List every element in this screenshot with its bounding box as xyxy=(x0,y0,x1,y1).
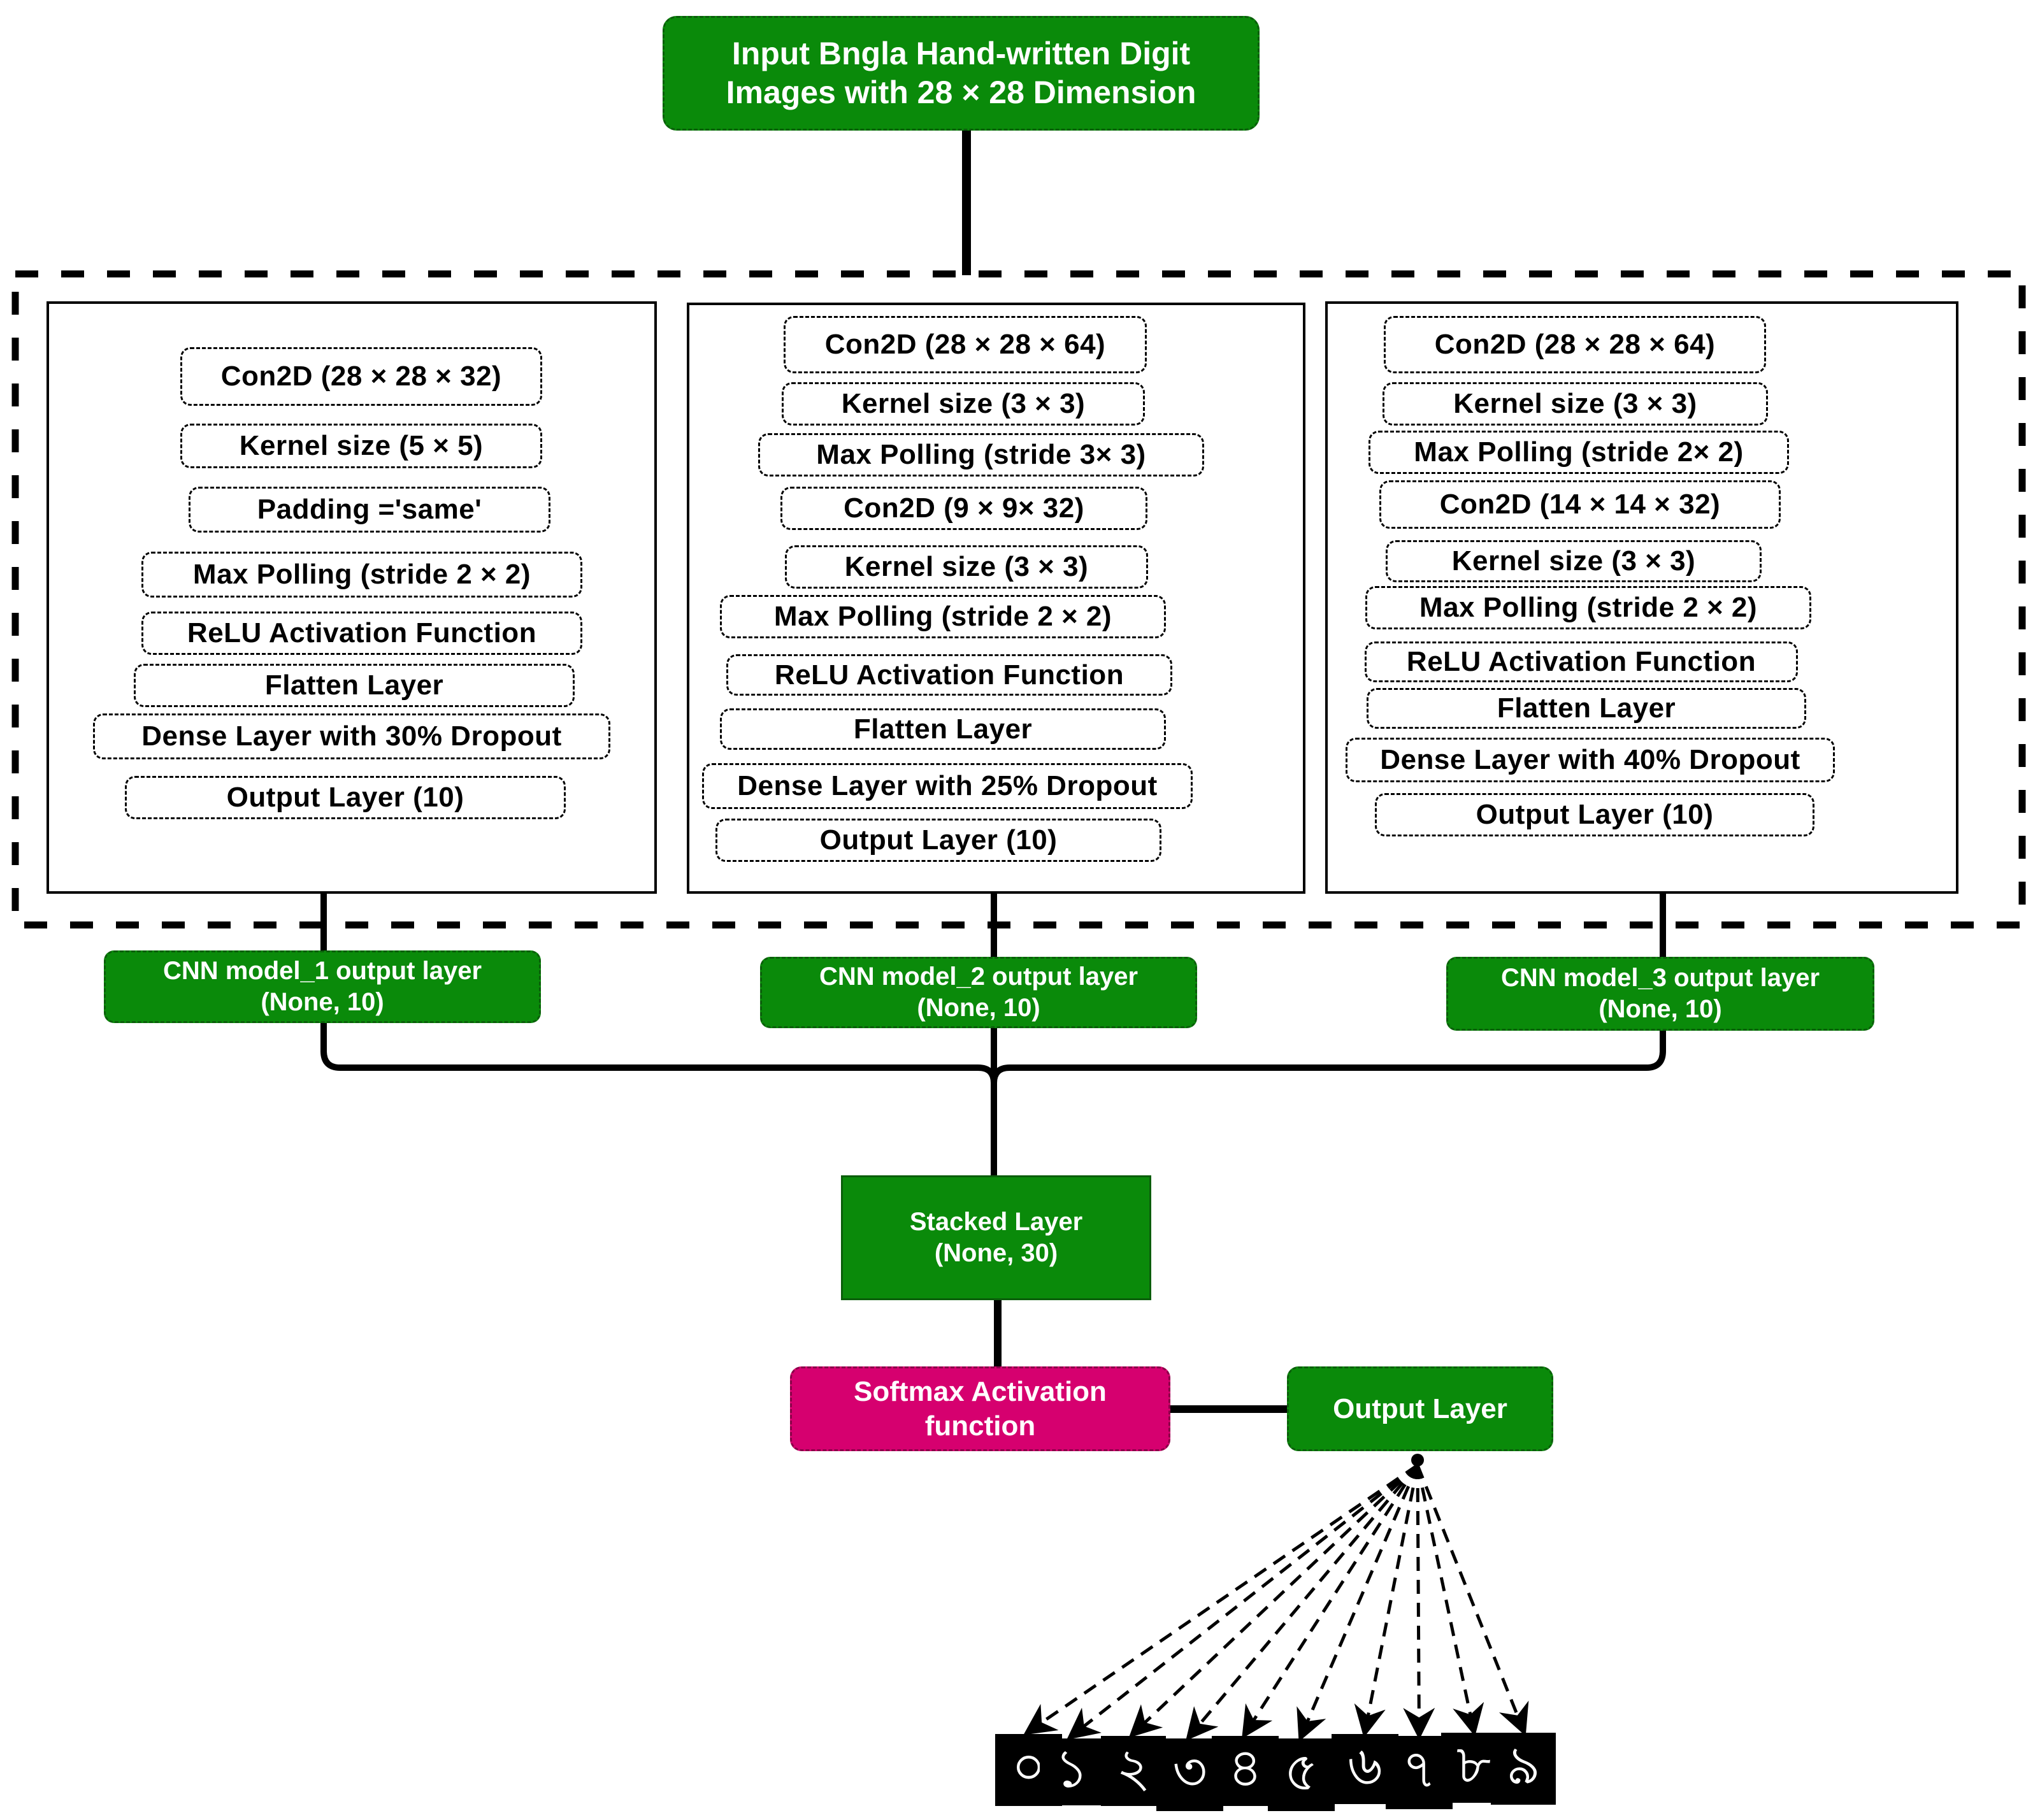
model1-layer-output: Output Layer (10) xyxy=(125,776,566,819)
softmax-box: Softmax Activation function xyxy=(790,1366,1170,1451)
model2-layer-maxpool2: Max Polling (stride 2 × 2) xyxy=(720,595,1166,638)
fan-arrow-7 xyxy=(1403,1465,1435,1740)
fan-arrow-9 xyxy=(1416,1465,1529,1737)
softmax-line-1: Softmax Activation xyxy=(854,1375,1107,1407)
fan-arrow-8 xyxy=(1416,1465,1484,1737)
input-line-1: Input Bngla Hand-written Digit xyxy=(731,36,1191,71)
fan-arrow-2 xyxy=(1128,1464,1419,1738)
input-box: Input Bngla Hand-written Digit Images wi… xyxy=(663,16,1260,131)
digit-image-1: ১ xyxy=(1040,1737,1103,1805)
model3-layer-maxpool2: Max Polling (stride 2 × 2) xyxy=(1365,586,1811,629)
fan-origin-dot xyxy=(1411,1454,1424,1466)
model2-layer-dense: Dense Layer with 25% Dropout xyxy=(702,763,1193,809)
fan-arrow-4 xyxy=(1242,1464,1419,1739)
model3-output-box: CNN model_3 output layer (None, 10) xyxy=(1446,957,1874,1031)
model3-layer-conv1: Con2D (28 × 28 × 64) xyxy=(1384,316,1766,373)
model3-output-title: CNN model_3 output layer xyxy=(1500,964,1820,992)
model1-output-title: CNN model_1 output layer xyxy=(162,957,482,985)
digit-image-5: ৫ xyxy=(1268,1738,1335,1811)
final-output-box: Output Layer xyxy=(1287,1366,1553,1451)
fan-arrow-3 xyxy=(1186,1464,1419,1741)
model2-layer-maxpool1: Max Polling (stride 3× 3) xyxy=(758,433,1204,476)
model2-layer-relu: ReLU Activation Function xyxy=(726,654,1172,696)
model3-layer-output: Output Layer (10) xyxy=(1375,793,1814,836)
model3-layer-flatten: Flatten Layer xyxy=(1367,688,1806,729)
stacked-title: Stacked Layer xyxy=(909,1208,1083,1236)
digit-label: ৫ xyxy=(1284,1740,1319,1803)
model2-output-box: CNN model_2 output layer (None, 10) xyxy=(760,957,1197,1028)
model1-layer-padding: Padding ='same' xyxy=(189,487,550,533)
model3-layer-conv2: Con2D (14 × 14 × 32) xyxy=(1379,480,1781,529)
input-line-2: Images with 28 × 28 Dimension xyxy=(726,75,1196,110)
model2-layer-flatten: Flatten Layer xyxy=(720,708,1166,750)
digit-label: ৯ xyxy=(1505,1734,1541,1796)
model2-layer-kernel1: Kernel size (3 × 3) xyxy=(782,382,1145,426)
digit-label: ৬ xyxy=(1347,1734,1383,1797)
digit-image-9: ৯ xyxy=(1491,1733,1556,1805)
model1-layer-maxpool: Max Polling (stride 2 × 2) xyxy=(141,552,582,598)
softmax-line-2: function xyxy=(924,1410,1036,1442)
model3-layer-maxpool1: Max Polling (stride 2× 2) xyxy=(1369,431,1789,474)
model3-layer-kernel1: Kernel size (3 × 3) xyxy=(1383,382,1768,426)
model3-layer-relu: ReLU Activation Function xyxy=(1365,641,1798,682)
model1-layer-flatten: Flatten Layer xyxy=(134,664,575,707)
model3-layer-dense: Dense Layer with 40% Dropout xyxy=(1346,738,1835,782)
model3-output-shape: (None, 10) xyxy=(1598,995,1722,1023)
fan-arrow-1 xyxy=(1067,1464,1419,1740)
final-output-label: Output Layer xyxy=(1333,1393,1507,1424)
digit-label: ৪ xyxy=(1228,1736,1263,1799)
digit-label: ৭ xyxy=(1402,1738,1437,1800)
stacked-shape: (None, 30) xyxy=(934,1239,1058,1267)
digit-label: ৮ xyxy=(1456,1733,1491,1796)
model1-layer-dense: Dense Layer with 30% Dropout xyxy=(93,713,610,759)
model2-layer-conv1: Con2D (28 × 28 × 64) xyxy=(784,316,1147,373)
model2-layer-output: Output Layer (10) xyxy=(715,819,1161,862)
digit-label: ২ xyxy=(1116,1736,1151,1799)
connector-lines xyxy=(11,131,2026,1742)
digit-label: ৩ xyxy=(1172,1740,1207,1803)
digit-label: ১ xyxy=(1054,1737,1089,1800)
stacked-layer-box: Stacked Layer (None, 30) xyxy=(841,1175,1151,1300)
model1-output-box: CNN model_1 output layer (None, 10) xyxy=(104,950,541,1023)
model2-layer-kernel2: Kernel size (3 × 3) xyxy=(785,545,1148,589)
model2-output-title: CNN model_2 output layer xyxy=(819,963,1139,991)
model3-layer-kernel2: Kernel size (3 × 3) xyxy=(1386,540,1762,582)
model2-layer-conv2: Con2D (9 × 9× 32) xyxy=(780,487,1147,530)
model1-layer-conv: Con2D (28 × 28 × 32) xyxy=(180,347,542,406)
output-fan xyxy=(1023,1463,1529,1742)
model1-layer-kernel: Kernel size (5 × 5) xyxy=(180,424,542,468)
model1-output-shape: (None, 10) xyxy=(261,988,384,1016)
model1-layer-relu: ReLU Activation Function xyxy=(141,612,582,655)
model2-output-shape: (None, 10) xyxy=(917,994,1040,1022)
